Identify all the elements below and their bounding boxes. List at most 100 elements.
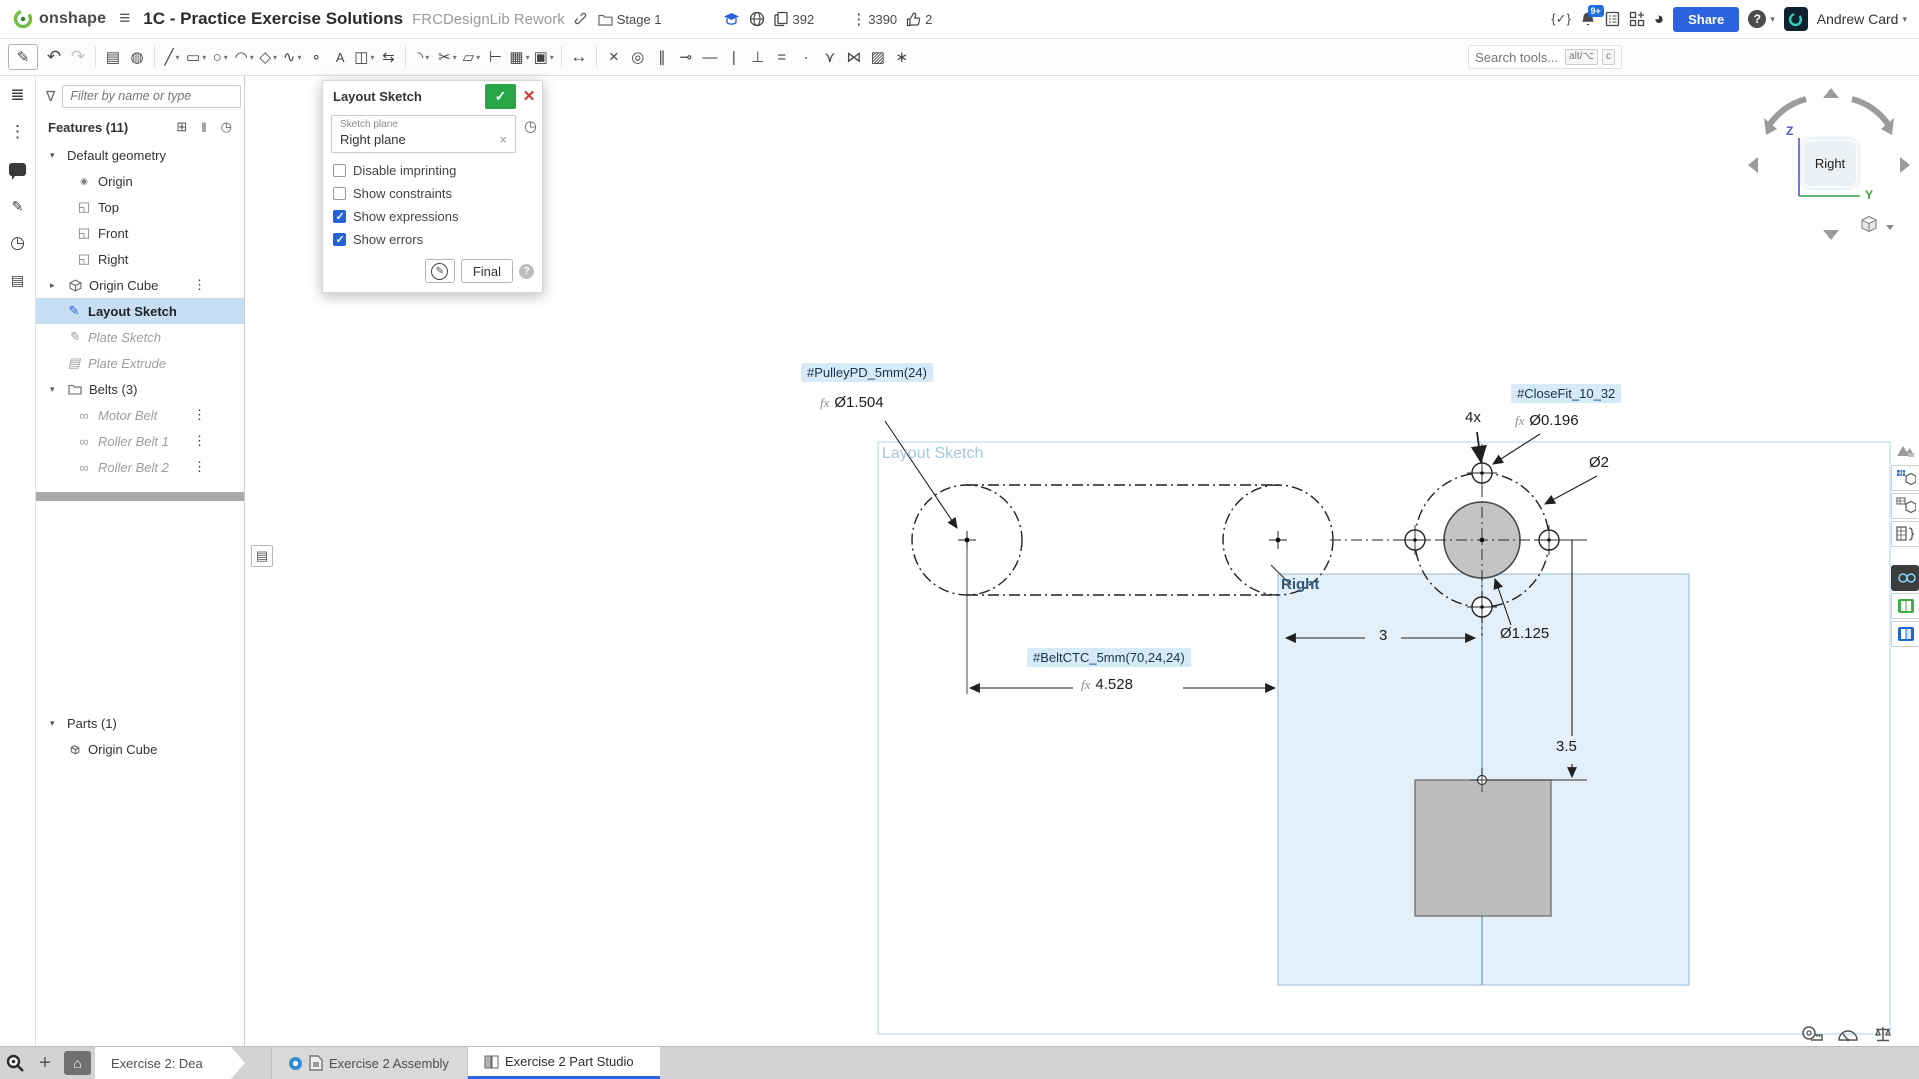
parts-header[interactable]: ▾ Parts (1) <box>36 710 244 736</box>
show-errors-checkbox[interactable]: Show errors <box>323 228 542 251</box>
selection-history-icon[interactable]: ◷ <box>524 117 537 135</box>
mirror-tool-button[interactable]: ◫▾ <box>352 44 376 70</box>
onshape-logo[interactable]: onshape <box>12 8 106 30</box>
fix-constraint-button[interactable]: ▨ <box>866 44 890 70</box>
features-panel-button[interactable]: ≣ <box>7 84 29 106</box>
public-document-button[interactable] <box>749 11 765 27</box>
rollback-bar[interactable] <box>36 492 244 501</box>
text-tool-button[interactable]: A <box>328 44 352 70</box>
tree-item-top-plane[interactable]: ◱ Top <box>36 194 244 220</box>
named-views-panel-button[interactable] <box>1891 493 1919 519</box>
coincident-constraint-button[interactable]: × <box>602 44 626 70</box>
undo-button[interactable]: ↶ <box>42 44 66 70</box>
vertical-constraint-button[interactable]: | <box>722 44 746 70</box>
rotate-cw-arrow[interactable] <box>1852 99 1888 124</box>
share-button[interactable]: Share <box>1673 7 1739 32</box>
origin-cube-face[interactable] <box>1415 780 1551 916</box>
insert-folder-button[interactable]: ⊞ <box>176 119 187 135</box>
show-constraints-checkbox[interactable]: Show constraints <box>323 182 542 205</box>
tree-item-origin[interactable]: ◉ Origin <box>36 168 244 194</box>
import-dxf-button[interactable]: ▣▾ <box>532 44 556 70</box>
cutlist-panel-button[interactable]: ▤ <box>7 269 29 291</box>
tree-item-plate-extrude[interactable]: ▤ Plate Extrude <box>36 350 244 376</box>
comments-panel-button[interactable] <box>7 158 29 180</box>
midpoint-constraint-button[interactable]: ∙ <box>794 44 818 70</box>
tree-item-belts-folder[interactable]: ▾ Belts (3) <box>36 376 244 402</box>
tree-item-roller-belt-1[interactable]: ∞ Roller Belt 1 ⋮ <box>36 428 244 454</box>
tab-exercise-2-assembly[interactable]: Exercise 2 Assembly <box>271 1047 468 1079</box>
appearance-panel-button[interactable] <box>1891 437 1919 463</box>
release-tasks-button[interactable] <box>1605 11 1620 27</box>
item-menu-icon[interactable]: ⋮ <box>193 407 206 423</box>
home-tab-button[interactable]: ⌂ <box>64 1051 91 1075</box>
tree-item-default-geometry[interactable]: ▾ Default geometry <box>36 142 244 168</box>
center-spacing-dimension[interactable]: 3 <box>1379 627 1387 644</box>
dimension-tool-button[interactable]: ↔ <box>567 44 591 70</box>
document-location[interactable]: Stage 1 <box>598 12 662 27</box>
point-tool-button[interactable]: ∘ <box>304 44 328 70</box>
closefit-expression-badge[interactable]: #CloseFit_10_32 <box>1511 384 1621 403</box>
rotate-left-arrow[interactable] <box>1748 157 1758 173</box>
likes-count[interactable]: 2 <box>906 12 932 27</box>
rotate-ccw-arrow[interactable] <box>1770 99 1806 124</box>
search-tools[interactable]: alt/⌥ c <box>1468 45 1622 69</box>
hole-count-label[interactable]: 4x <box>1465 409 1481 426</box>
cancel-button[interactable]: ✕ <box>516 84 542 109</box>
copy-sheet-button[interactable]: ▤ <box>101 44 125 70</box>
concentric-constraint-button[interactable]: ◎ <box>626 44 650 70</box>
item-menu-icon[interactable]: ⋮ <box>193 459 206 475</box>
height-dimension[interactable]: 3.5 <box>1556 738 1577 755</box>
learning-center-button[interactable]: ◕ <box>1654 9 1664 29</box>
tab-exercise-2-drawing[interactable]: Exercise 2: Dea <box>95 1047 245 1079</box>
arc-tool-button[interactable]: ◠▾ <box>232 44 256 70</box>
parallel-constraint-button[interactable]: ∥ <box>650 44 674 70</box>
line-tool-button[interactable]: ╱▾ <box>160 44 184 70</box>
insert-image-button[interactable]: ◍ <box>125 44 149 70</box>
symmetric-constraint-button[interactable]: ⋈ <box>842 44 866 70</box>
belt-ctc-expression-badge[interactable]: #BeltCTC_5mm(70,24,24) <box>1027 648 1191 667</box>
history-panel-button[interactable]: ◷ <box>7 232 29 254</box>
spline-tool-button[interactable]: ∿▾ <box>280 44 304 70</box>
tree-item-roller-belt-2[interactable]: ∞ Roller Belt 2 ⋮ <box>36 454 244 480</box>
rotate-right-arrow[interactable] <box>1900 157 1910 173</box>
robot-extension-button[interactable] <box>1891 565 1919 591</box>
mass-properties-icon[interactable] <box>1873 1025 1893 1043</box>
tangent-constraint-button[interactable]: ⊸ <box>674 44 698 70</box>
tree-item-right-plane[interactable]: ◱ Right <box>36 246 244 272</box>
featurescript-button[interactable]: {✓} <box>1551 11 1571 27</box>
apps-button[interactable] <box>1629 11 1645 27</box>
sketch-plane-field[interactable]: Sketch plane Right plane × <box>331 115 516 153</box>
tab-exercise-2-part-studio[interactable]: Exercise 2 Part Studio <box>468 1047 660 1079</box>
belt-ctc-dimension[interactable]: fx4.528 <box>1081 676 1133 693</box>
accept-button[interactable]: ✓ <box>485 84 516 109</box>
protractor-icon[interactable] <box>1837 1025 1859 1043</box>
bolt-circle-dimension[interactable]: Ø2 <box>1589 454 1609 471</box>
show-expressions-checkbox[interactable]: Show expressions <box>323 205 542 228</box>
bearing-diameter-dimension[interactable]: Ø1.125 <box>1500 625 1549 642</box>
polygon-tool-button[interactable]: ◇▾ <box>256 44 280 70</box>
isometric-cube-icon[interactable] <box>1862 217 1876 232</box>
view-menu-caret-icon[interactable] <box>1886 225 1894 230</box>
avatar[interactable] <box>1784 7 1808 31</box>
sketch-tool-button[interactable]: ✎ <box>8 44 38 70</box>
notifications-button[interactable]: 9+ <box>1580 11 1596 28</box>
tape-measure-icon[interactable] <box>1801 1025 1823 1043</box>
pulley-expression-badge[interactable]: #PulleyPD_5mm(24) <box>801 363 933 382</box>
tree-item-origin-cube[interactable]: ▸ Origin Cube ⋮ <box>36 272 244 298</box>
help-menu-button[interactable]: ? ▾ <box>1748 10 1775 28</box>
pulley-diameter-dimension[interactable]: fxØ1.504 <box>820 394 884 411</box>
pattern-tool-button[interactable]: ▦▾ <box>507 44 531 70</box>
main-menu-button[interactable]: ≡ <box>115 8 134 30</box>
part-item-origin-cube[interactable]: Origin Cube <box>36 736 244 762</box>
new-tab-button[interactable]: + <box>30 1047 60 1079</box>
normal-constraint-button[interactable]: ⋎ <box>818 44 842 70</box>
trim-tool-button[interactable]: ✂▾ <box>435 44 459 70</box>
edu-plan-button[interactable] <box>723 12 740 26</box>
perpendicular-constraint-button[interactable]: ⊥ <box>746 44 770 70</box>
green-library-extension-button[interactable] <box>1891 593 1919 619</box>
rectangle-tool-button[interactable]: ▭▾ <box>184 44 208 70</box>
tree-item-front-plane[interactable]: ◱ Front <box>36 220 244 246</box>
suspend-rebuild-button[interactable]: ‖ <box>201 120 206 135</box>
chevron-right-icon[interactable]: ▸ <box>50 280 61 291</box>
versions-count[interactable]: ⋮ 3390 <box>851 10 897 28</box>
